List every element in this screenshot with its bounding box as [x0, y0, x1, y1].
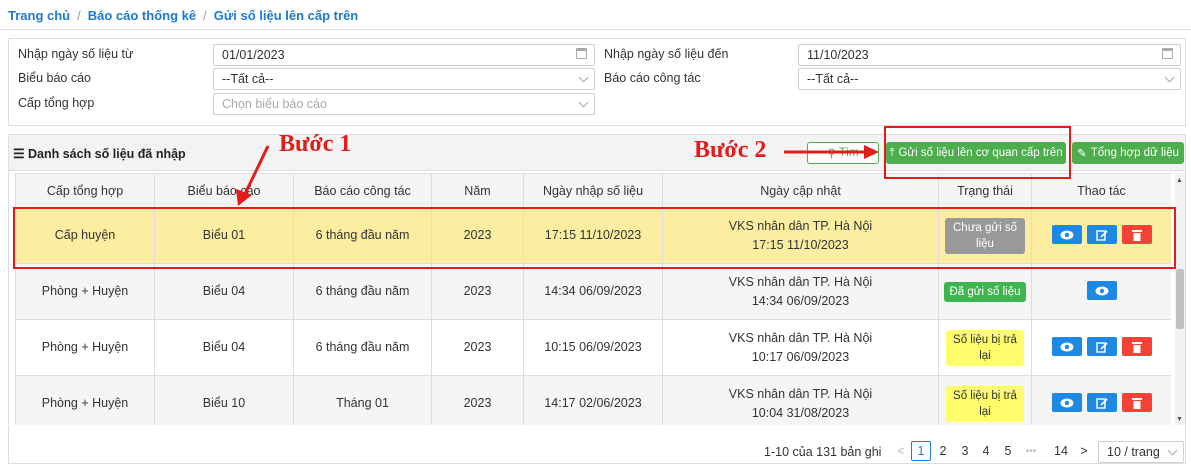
step2-arrow-icon: [784, 145, 879, 159]
annotation-arrows: [236, 145, 879, 206]
step1-arrow-icon: [236, 145, 270, 206]
